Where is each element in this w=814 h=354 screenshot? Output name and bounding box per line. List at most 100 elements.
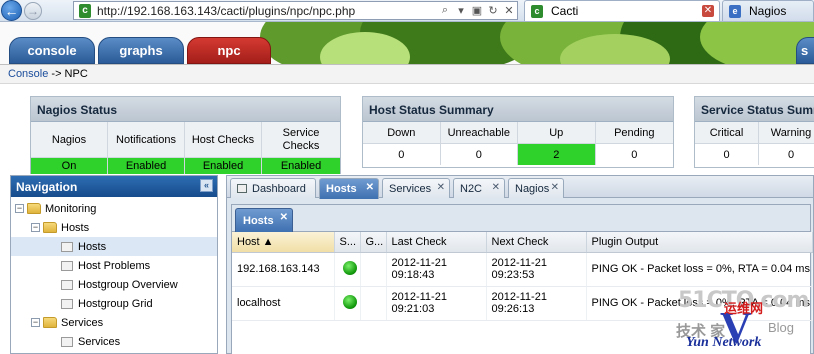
navigation-title: Navigation xyxy=(16,180,78,194)
cacti-header: console graphs npc s xyxy=(0,22,814,64)
close-icon[interactable]: ✕ xyxy=(366,182,374,193)
browser-tab-cacti[interactable]: c Cacti ✕ xyxy=(524,0,720,21)
tree-label: Host Problems xyxy=(78,259,151,272)
unreachable-value[interactable]: 0 xyxy=(441,144,518,165)
back-button[interactable]: ← xyxy=(1,0,22,21)
column-status[interactable]: S... xyxy=(334,232,361,253)
browser-tab-nagios[interactable]: e Nagios xyxy=(722,0,814,21)
tree-item-hosts-folder[interactable]: − Hosts xyxy=(31,218,89,237)
tree-label: Monitoring xyxy=(45,202,97,215)
dashboard-icon xyxy=(237,184,247,193)
next-check-time: 09:23:53 xyxy=(491,269,535,281)
watermark-blog: Blog xyxy=(768,320,795,335)
nagios-header: Nagios xyxy=(31,122,107,158)
collapse-icon[interactable]: « xyxy=(200,179,213,192)
tree-label: Services xyxy=(78,335,121,348)
tab-npc[interactable]: npc xyxy=(187,37,271,64)
column-last-check[interactable]: Last Check xyxy=(386,232,487,253)
close-icon[interactable]: ✕ xyxy=(551,182,559,193)
stop-icon[interactable]: ✕ xyxy=(501,4,517,17)
service-summary-title: Service Status Summ xyxy=(695,97,814,122)
hosts-subtabbar: Hosts ✕ xyxy=(232,205,810,232)
tab-hosts-sub[interactable]: Hosts ✕ xyxy=(235,208,293,232)
main-tabbar: Dashboard Hosts ✕ Services ✕ N2C ✕ Nagios ✕ xyxy=(227,176,813,199)
warning-value[interactable]: 0 xyxy=(759,144,814,165)
column-next-check[interactable]: Next Check xyxy=(486,232,587,253)
tab-n2c[interactable]: N2C ✕ xyxy=(453,178,505,198)
close-icon[interactable]: ✕ xyxy=(280,212,288,223)
navigation-header: Navigation « xyxy=(11,176,217,197)
plugin-output-cell: PING OK - Packet loss = 0%, RTA = 0.04 m… xyxy=(586,252,813,287)
status-up-icon xyxy=(342,294,357,309)
tab-graphs[interactable]: graphs xyxy=(98,37,184,64)
down-value[interactable]: 0 xyxy=(363,144,440,165)
tree-item-services-folder[interactable]: − Services xyxy=(31,313,103,332)
host-checks-value: Enabled xyxy=(185,158,261,174)
refresh-icon[interactable]: ↻ xyxy=(485,4,501,17)
column-graph[interactable]: G... xyxy=(360,232,387,253)
tab-nagios[interactable]: Nagios ✕ xyxy=(508,178,564,198)
collapse-tree-icon[interactable]: − xyxy=(31,223,40,232)
tree-label: Services xyxy=(61,316,104,329)
tree-item-monitoring[interactable]: − Monitoring xyxy=(15,199,96,218)
pending-value[interactable]: 0 xyxy=(596,144,674,165)
search-icon[interactable]: ⌕ xyxy=(437,4,453,17)
tab-hosts[interactable]: Hosts ✕ xyxy=(319,178,379,199)
cacti-favicon-icon: c xyxy=(79,3,91,18)
tree-item-hosts[interactable]: Hosts xyxy=(11,237,217,256)
tree-item-hostgroup-grid[interactable]: Hostgroup Grid xyxy=(61,294,153,313)
service-checks-value: Enabled xyxy=(262,158,340,174)
collapse-tree-icon[interactable]: − xyxy=(31,318,40,327)
dropdown-icon[interactable]: ▾ xyxy=(453,4,469,17)
host-checks-header: Host Checks xyxy=(185,122,261,158)
notifications-header: Notifications xyxy=(108,122,184,158)
tab-console[interactable]: console xyxy=(9,37,95,64)
navigation-panel: Navigation « − Monitoring − Hosts Hosts Ho… xyxy=(10,175,218,354)
column-host[interactable]: Host ▲ xyxy=(232,232,335,253)
url-text[interactable]: http://192.168.163.143/cacti/plugins/npc… xyxy=(97,4,437,18)
collapse-tree-icon[interactable]: − xyxy=(15,204,24,213)
table-header-row: Host ▲ S... G... Last Check Next Check P… xyxy=(232,232,813,253)
host-cell: localhost xyxy=(232,286,335,321)
critical-value[interactable]: 0 xyxy=(695,144,758,165)
tab-label: Hosts xyxy=(243,215,274,227)
close-icon[interactable]: ✕ xyxy=(492,182,500,193)
tree-item-host-problems[interactable]: Host Problems xyxy=(61,256,150,275)
next-check-date: 2012-11-21 xyxy=(491,291,547,303)
folder-icon xyxy=(43,317,57,328)
page-icon xyxy=(61,336,73,347)
close-tab-icon[interactable]: ✕ xyxy=(702,5,714,17)
page-icon xyxy=(61,241,73,252)
nagios-value: On xyxy=(31,158,107,174)
column-plugin-output[interactable]: Plugin Output xyxy=(586,232,813,253)
folder-icon xyxy=(27,203,41,214)
last-check-cell: 2012-11-21 09:21:03 xyxy=(386,286,487,321)
tree-item-hostgroup-overview[interactable]: Hostgroup Overview xyxy=(61,275,178,294)
cacti-tab-icon: c xyxy=(531,4,543,18)
breadcrumb-console-link[interactable]: Console xyxy=(8,68,48,80)
forward-arrow-icon: → xyxy=(27,4,39,18)
up-value[interactable]: 2 xyxy=(518,144,595,165)
table-row[interactable]: 192.168.163.143 2012-11-21 09:18:43 2012-… xyxy=(232,252,813,287)
address-bar[interactable]: c http://192.168.163.143/cacti/plugins/n… xyxy=(73,1,518,20)
tree-label: Hostgroup Overview xyxy=(78,278,178,291)
tab-label: N2C xyxy=(460,182,483,195)
close-icon[interactable]: ✕ xyxy=(437,182,445,193)
tab-dashboard[interactable]: Dashboard xyxy=(230,178,316,198)
tree-label: Hostgroup Grid xyxy=(78,297,153,310)
up-header: Up xyxy=(518,122,595,144)
last-check-cell: 2012-11-21 09:18:43 xyxy=(386,252,487,287)
watermark-red: 运维网 xyxy=(724,301,764,316)
tree-item-services[interactable]: Services xyxy=(61,332,120,351)
tab-label: Services xyxy=(389,182,432,195)
tab-services[interactable]: Services ✕ xyxy=(382,178,450,198)
last-check-date: 2012-11-21 xyxy=(391,257,447,269)
notifications-value: Enabled xyxy=(108,158,184,174)
site-watermark: 51CTO.com V 运维网 技术 家 Blog Yun Network xyxy=(672,282,814,354)
forward-button[interactable]: → xyxy=(24,2,42,20)
last-check-date: 2012-11-21 xyxy=(391,291,447,303)
unreachable-header: Unreachable xyxy=(440,122,517,144)
next-check-cell: 2012-11-21 09:26:13 xyxy=(486,286,587,321)
page-icon xyxy=(61,298,73,309)
tab-settings[interactable]: s xyxy=(796,37,814,64)
